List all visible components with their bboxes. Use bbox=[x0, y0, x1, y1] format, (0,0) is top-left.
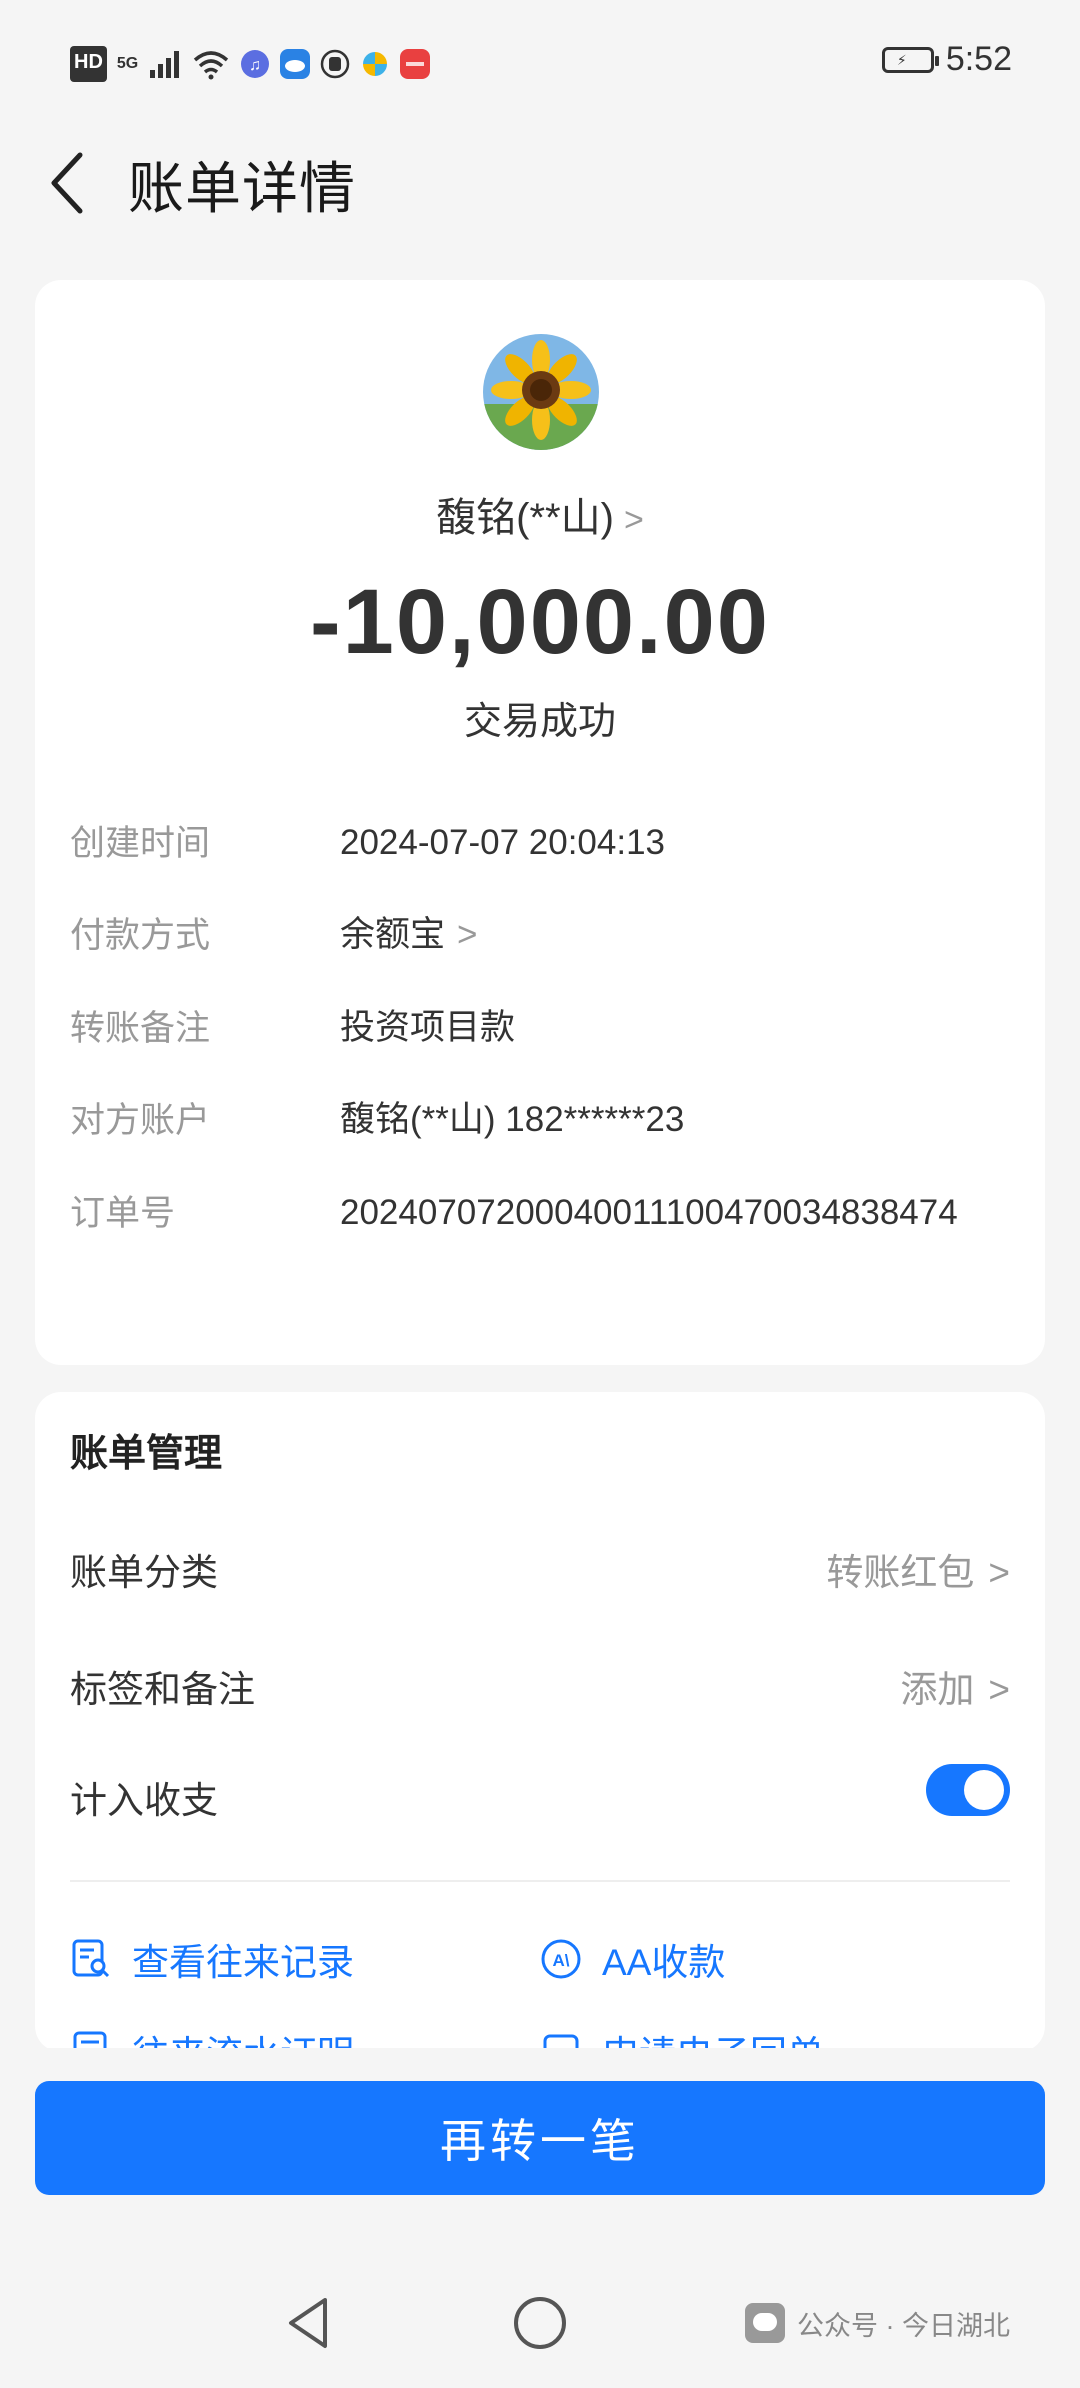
view-records-link[interactable]: 查看往来记录 bbox=[70, 1932, 354, 1986]
row-value: 转账红包 > bbox=[826, 1542, 1010, 1596]
income-expense-toggle[interactable] bbox=[926, 1764, 1010, 1816]
nav-back-icon[interactable] bbox=[275, 2288, 345, 2358]
section-title: 账单管理 bbox=[70, 1433, 223, 1475]
link-label: 查看往来记录 bbox=[132, 1942, 354, 1983]
chevron-right-icon: > bbox=[623, 501, 644, 539]
transaction-amount: -10,000.00 bbox=[310, 571, 770, 673]
svg-text:A\: A\ bbox=[553, 1951, 570, 1970]
bottom-action-area: 再转一笔 公众号 · 今日湖北 bbox=[0, 2048, 1080, 2388]
svg-text:♫: ♫ bbox=[249, 57, 261, 74]
detail-label: 转账备注 bbox=[70, 1009, 211, 1048]
row-label: 账单分类 bbox=[70, 1552, 218, 1593]
record-search-icon bbox=[72, 1939, 110, 1978]
detail-label: 创建时间 bbox=[70, 824, 211, 863]
detail-label: 订单号 bbox=[70, 1194, 176, 1233]
chevron-right-icon: > bbox=[988, 1552, 1010, 1593]
battery-icon: ⚡ bbox=[881, 46, 939, 73]
divider bbox=[70, 1880, 1010, 1882]
detail-value: 2024-07-07 20:04:13 bbox=[340, 823, 665, 862]
add-tag-value: 添加 bbox=[900, 1669, 975, 1710]
page-header: 账单详情 bbox=[0, 130, 1080, 230]
detail-value: 20240707200040011100470034838474 bbox=[340, 1193, 958, 1232]
page-title: 账单详情 bbox=[128, 157, 356, 220]
row-label: 标签和备注 bbox=[70, 1669, 255, 1710]
status-icons-right: ⚡ 5:52 bbox=[881, 40, 1012, 79]
aa-collect-link[interactable]: A\ AA收款 bbox=[540, 1932, 725, 1986]
pinwheel-app-icon bbox=[363, 52, 388, 76]
wechat-logo-icon bbox=[745, 2303, 785, 2343]
detail-value: 馥铭(**山) 182******23 bbox=[340, 1100, 685, 1139]
chevron-right-icon: > bbox=[457, 915, 478, 954]
row-value: 添加 > bbox=[900, 1659, 1010, 1713]
bill-category-row[interactable]: 账单分类 转账红包 > bbox=[70, 1542, 1010, 1602]
nav-home-icon[interactable] bbox=[505, 2288, 575, 2358]
chevron-right-icon: > bbox=[988, 1669, 1010, 1710]
detail-value: 投资项目款 bbox=[340, 1008, 516, 1047]
huawei-app-icon bbox=[400, 49, 431, 79]
avatar[interactable] bbox=[483, 334, 599, 450]
detail-value: 余额宝 > bbox=[340, 907, 1010, 963]
status-icons-left: HD 5G ♫ bbox=[70, 46, 431, 82]
detail-label: 对方账户 bbox=[70, 1101, 211, 1140]
aa-icon: A\ bbox=[541, 1939, 581, 1979]
status-time: 5:52 bbox=[945, 40, 1012, 78]
wifi-icon bbox=[194, 51, 229, 80]
watermark-text: 公众号 · 今日湖北 bbox=[797, 2310, 1010, 2341]
bill-management-card: 账单管理 账单分类 转账红包 > 标签和备注 添加 > 计入收支 查看往来记录 A\… bbox=[35, 1392, 1045, 2052]
transaction-status: 交易成功 bbox=[463, 701, 616, 743]
chevron-left-icon bbox=[51, 152, 83, 214]
bill-category-value: 转账红包 bbox=[826, 1552, 975, 1593]
sunflower-avatar-image bbox=[483, 334, 599, 450]
detail-label: 付款方式 bbox=[70, 916, 211, 955]
transfer-again-button[interactable]: 再转一笔 bbox=[35, 2081, 1045, 2195]
back-button[interactable] bbox=[38, 148, 98, 218]
status-bar: HD 5G ♫ ⚡ 5:52 bbox=[0, 0, 1080, 130]
hd-icon: HD bbox=[70, 46, 107, 82]
payee-name-row[interactable]: 馥铭(**山) > bbox=[35, 485, 1045, 543]
row-label: 计入收支 bbox=[70, 1780, 218, 1821]
shield-app-icon bbox=[320, 49, 350, 79]
transaction-card: 馥铭(**山) > -10,000.00 交易成功 创建时间 2024-07-07… bbox=[35, 280, 1045, 1365]
music-app-icon: ♫ bbox=[241, 50, 270, 78]
cloud-app-icon bbox=[280, 49, 311, 79]
payment-method-value: 余额宝 bbox=[340, 915, 446, 954]
tags-notes-row[interactable]: 标签和备注 添加 > bbox=[70, 1659, 1010, 1719]
signal-icon bbox=[150, 51, 180, 78]
count-in-income-expense-row: 计入收支 bbox=[70, 1764, 1010, 1830]
link-label: AA收款 bbox=[602, 1942, 726, 1983]
payee-name: 馥铭(**山) bbox=[436, 496, 614, 540]
watermark: 公众号 · 今日湖北 bbox=[745, 2303, 1010, 2343]
toggle-knob bbox=[964, 1770, 1004, 1810]
network-type-label: 5G bbox=[116, 55, 139, 72]
